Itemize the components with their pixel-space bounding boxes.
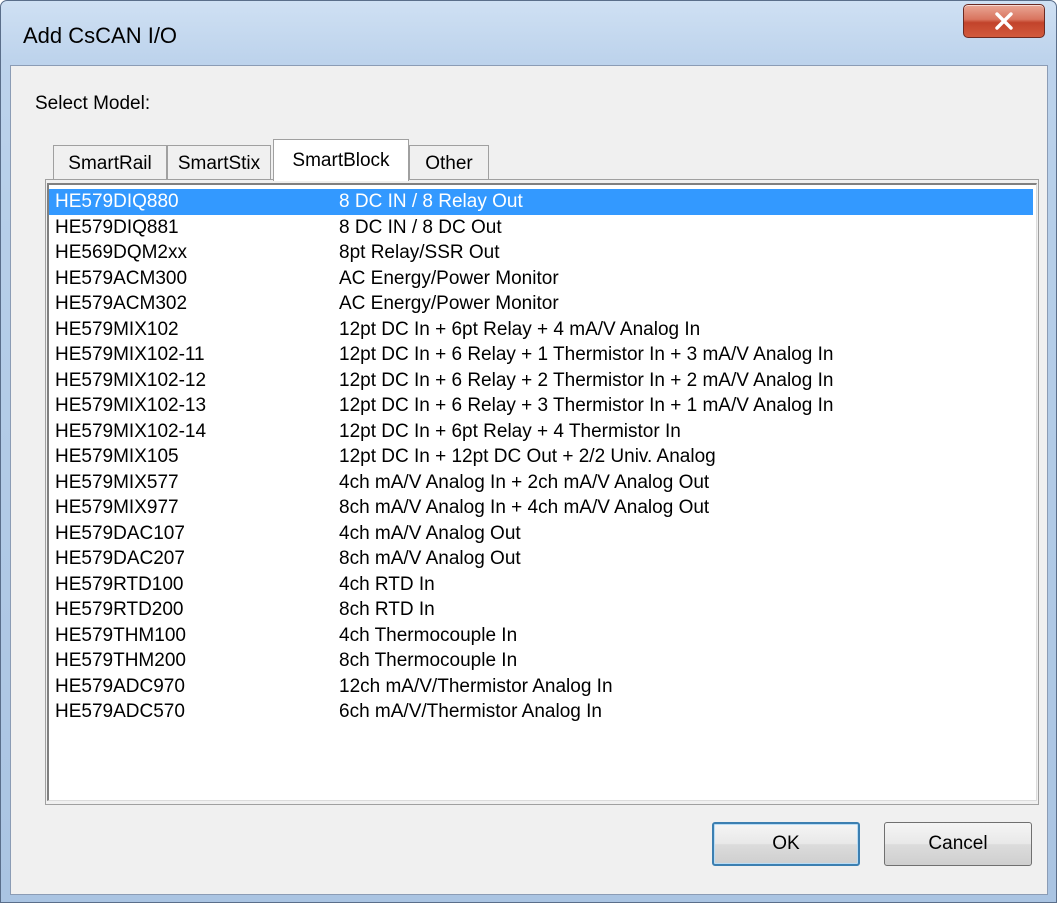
model-description: AC Energy/Power Monitor — [339, 267, 559, 289]
list-item[interactable]: HE579MIX102-12 12pt DC In + 6 Relay + 2 T… — [49, 368, 1036, 394]
list-item[interactable]: HE579MIX102-14 12pt DC In + 6pt Relay + 4… — [49, 419, 1036, 445]
model-description: 8 DC IN / 8 DC Out — [339, 216, 502, 238]
model-description: AC Energy/Power Monitor — [339, 293, 559, 314]
model-number: HE579ACM300 — [55, 267, 188, 289]
list-item[interactable]: HE579MIX977 8ch mA/V Analog In + 4ch mA/V… — [49, 495, 1036, 521]
model-number: HE579MIX977 — [55, 497, 179, 518]
close-icon — [995, 12, 1013, 30]
model-number: HE579MIX102-12 — [55, 369, 207, 391]
model-number: HE579DIQ880 — [55, 191, 179, 212]
model-description: 12pt DC In + 6pt Relay + 4 mA/V Analog I… — [339, 318, 701, 340]
model-number: HE579MIX577 — [55, 471, 179, 493]
model-description: 8ch mA/V Analog In + 4ch mA/V Analog Out — [339, 497, 710, 518]
list-item[interactable]: HE579DIQ881 8 DC IN / 8 DC Out — [49, 215, 1036, 241]
model-description: 12pt DC In + 6 Relay + 3 Thermistor In +… — [339, 395, 834, 416]
tab-other[interactable]: Other — [409, 145, 489, 181]
model-number: HE579THM100 — [55, 624, 186, 646]
model-list: HE579DIQ880 8 DC IN / 8 Relay Out HE579DIQ… — [49, 189, 1036, 725]
model-description: 12ch mA/V/Thermistor Analog In — [339, 675, 613, 697]
model-description: 12pt DC In + 6pt Relay + 4 Thermistor In — [339, 420, 681, 442]
list-item[interactable]: HE579MIX577 4ch mA/V Analog In + 2ch mA/V… — [49, 470, 1036, 496]
ok-button[interactable]: OK — [712, 822, 860, 866]
add-cscan-io-dialog: Add CsCAN I/O Select Model: SmartRail Sm… — [0, 0, 1057, 903]
model-description: 8pt Relay/SSR Out — [339, 242, 500, 263]
model-number: HE579MIX102 — [55, 318, 179, 340]
model-description: 12pt DC In + 12pt DC Out + 2/2 Univ. Ana… — [339, 446, 716, 467]
list-item[interactable]: HE579MIX102-11 12pt DC In + 6 Relay + 1 T… — [49, 342, 1036, 368]
model-description: 12pt DC In + 6 Relay + 1 Thermistor In +… — [339, 344, 834, 365]
model-number: HE579MIX102-14 — [55, 420, 207, 442]
model-number: HE579DIQ881 — [55, 216, 179, 238]
model-description: 4ch mA/V Analog In + 2ch mA/V Analog Out — [339, 471, 710, 493]
model-number: HE579THM200 — [55, 650, 186, 671]
list-item[interactable]: HE579ADC570 6ch mA/V/Thermistor Analog In — [49, 699, 1036, 725]
model-number: HE579RTD200 — [55, 599, 184, 620]
model-listbox[interactable]: HE579DIQ880 8 DC IN / 8 Relay Out HE579DIQ… — [47, 183, 1037, 801]
model-number: HE579MIX105 — [55, 446, 179, 467]
list-item[interactable]: HE579RTD200 8ch RTD In — [49, 597, 1036, 623]
list-item[interactable]: HE579MIX102 12pt DC In + 6pt Relay + 4 mA… — [49, 317, 1036, 343]
list-item[interactable]: HE579MIX102-13 12pt DC In + 6 Relay + 3 T… — [49, 393, 1036, 419]
title-bar[interactable]: Add CsCAN I/O — [1, 1, 1056, 65]
model-number: HE569DQM2xx — [55, 242, 187, 263]
cancel-button[interactable]: Cancel — [884, 822, 1032, 866]
list-item[interactable]: HE579ACM302 AC Energy/Power Monitor — [49, 291, 1036, 317]
tab-smartrail[interactable]: SmartRail — [53, 145, 167, 181]
close-button[interactable] — [963, 4, 1045, 38]
list-item[interactable]: HE579DAC207 8ch mA/V Analog Out — [49, 546, 1036, 572]
list-item[interactable]: HE579THM100 4ch Thermocouple In — [49, 623, 1036, 649]
model-number: HE579ADC970 — [55, 675, 185, 697]
list-item[interactable]: HE579ADC970 12ch mA/V/Thermistor Analog I… — [49, 674, 1036, 700]
list-item[interactable]: HE579DIQ880 8 DC IN / 8 Relay Out — [49, 189, 1033, 215]
model-description: 8ch mA/V Analog Out — [339, 548, 521, 569]
list-item[interactable]: HE569DQM2xx 8pt Relay/SSR Out — [49, 240, 1036, 266]
model-number: HE579MIX102-11 — [55, 344, 205, 365]
model-description: 8ch Thermocouple In — [339, 650, 518, 671]
model-description: 4ch Thermocouple In — [339, 624, 518, 646]
list-item[interactable]: HE579RTD100 4ch RTD In — [49, 572, 1036, 598]
tab-smartstix[interactable]: SmartStix — [167, 145, 271, 181]
tab-smartblock[interactable]: SmartBlock — [273, 139, 409, 181]
model-description: 8 DC IN / 8 Relay Out — [339, 191, 523, 212]
list-item[interactable]: HE579MIX105 12pt DC In + 12pt DC Out + 2/… — [49, 444, 1036, 470]
model-number: HE579RTD100 — [55, 573, 184, 595]
model-number: HE579MIX102-13 — [55, 395, 207, 416]
list-item[interactable]: HE579ACM300 AC Energy/Power Monitor — [49, 266, 1036, 292]
model-description: 8ch RTD In — [339, 599, 435, 620]
model-description: 4ch RTD In — [339, 573, 435, 595]
model-description: 4ch mA/V Analog Out — [339, 522, 521, 544]
model-number: HE579ACM302 — [55, 293, 188, 314]
list-item[interactable]: HE579DAC107 4ch mA/V Analog Out — [49, 521, 1036, 547]
model-number: HE579DAC107 — [55, 522, 185, 544]
list-item[interactable]: HE579THM200 8ch Thermocouple In — [49, 648, 1036, 674]
select-model-label: Select Model: — [35, 93, 151, 114]
window-title: Add CsCAN I/O — [23, 23, 178, 48]
model-number: HE579ADC570 — [55, 701, 185, 722]
model-description: 6ch mA/V/Thermistor Analog In — [339, 701, 602, 722]
model-description: 12pt DC In + 6 Relay + 2 Thermistor In +… — [339, 369, 834, 391]
model-number: HE579DAC207 — [55, 548, 185, 569]
